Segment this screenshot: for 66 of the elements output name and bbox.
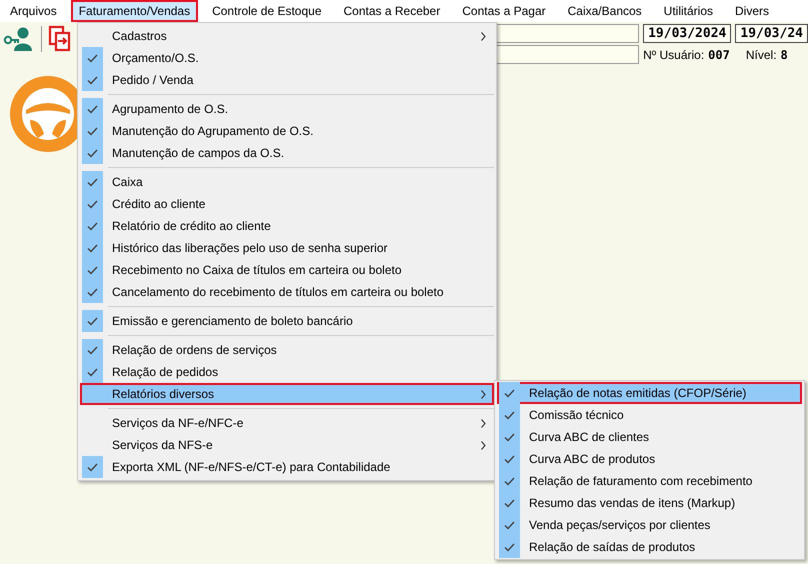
date-field[interactable]: 19/03/2024 — [643, 24, 732, 43]
menu-item[interactable]: Venda peças/serviços por clientes — [497, 514, 802, 536]
menu-item[interactable]: Relação de pedidos — [80, 361, 494, 383]
check-icon — [87, 200, 98, 208]
date-field[interactable]: 19/03/24 — [735, 24, 808, 43]
export-document-icon[interactable] — [48, 25, 72, 53]
check-icon — [87, 222, 98, 230]
menu-item[interactable]: Crédito ao cliente — [80, 193, 494, 215]
menu-item[interactable]: Manutenção de campos da O.S. — [80, 142, 494, 164]
menu-item[interactable]: Cadastros — [80, 25, 494, 47]
menu-item[interactable]: Relação de faturamento com recebimento — [497, 470, 802, 492]
menu-bar-item[interactable]: Arquivos — [2, 0, 65, 22]
user-number: 007 — [708, 48, 730, 62]
level-label: Nível: — [746, 48, 777, 62]
check-icon — [87, 148, 98, 158]
menu-item[interactable]: Resumo das vendas de itens (Markup) — [497, 492, 802, 514]
menu-item[interactable]: Relatório de crédito ao cliente — [80, 215, 494, 237]
check-icon — [504, 432, 515, 442]
menu-bar-item[interactable]: Contas a Receber — [336, 0, 448, 22]
user-label: Nº Usuário: — [643, 48, 704, 62]
check-icon — [87, 288, 98, 296]
check-icon — [87, 266, 98, 274]
check-icon — [504, 542, 515, 552]
check-icon — [87, 54, 98, 62]
check-icon — [87, 346, 98, 354]
menu-item[interactable]: Serviços da NF-e/NFC-e — [80, 412, 494, 434]
check-icon — [87, 178, 98, 186]
key-user-icon[interactable] — [3, 26, 35, 52]
menu-bar-item[interactable]: Divers — [727, 0, 778, 22]
menu-item[interactable]: Caixa — [80, 171, 494, 193]
menu-item[interactable]: Pedido / Venda — [80, 69, 494, 91]
menu-item[interactable]: Histórico das liberações pelo uso de senha superior — [80, 237, 494, 259]
menu-bar-item[interactable]: Utilitários — [656, 0, 722, 22]
menu-item[interactable]: Recebimento no Caixa de títulos em carteira ou boleto — [80, 259, 494, 281]
check-icon — [504, 476, 515, 486]
check-icon — [87, 316, 98, 326]
menu-item[interactable]: Relatórios diversos — [80, 383, 494, 405]
menu-bar-item[interactable]: Faturamento/Vendas — [70, 0, 198, 22]
menu-item[interactable]: Exporta XML (NF-e/NFS-e/CT-e) para Contabilidade — [80, 456, 494, 478]
check-icon — [87, 462, 98, 472]
menu-bar-item[interactable]: Contas a Pagar — [454, 0, 554, 22]
check-icon — [87, 244, 98, 252]
menu-item[interactable]: Curva ABC de produtos — [497, 448, 802, 470]
menu-item[interactable]: Comissão técnico — [497, 404, 802, 426]
check-icon — [87, 76, 98, 84]
check-icon — [87, 368, 98, 376]
menu-item[interactable]: Manutenção do Agrupamento de O.S. — [80, 120, 494, 142]
menu-item[interactable]: Emissão e gerenciamento de boleto bancário — [80, 310, 494, 332]
menu-bar-item[interactable]: Caixa/Bancos — [560, 0, 650, 22]
check-icon — [504, 498, 515, 508]
menu-item[interactable]: Relação de notas emitidas (CFOP/Série) — [497, 382, 802, 404]
menu-item[interactable]: Cancelamento do recebimento de títulos em carteira ou boleto — [80, 281, 494, 303]
menu-item[interactable]: Orçamento/O.S. — [80, 47, 494, 69]
check-icon — [504, 410, 515, 420]
check-icon — [87, 126, 98, 136]
check-icon — [504, 520, 515, 530]
level-value: 8 — [780, 48, 788, 62]
menu-item[interactable]: Relação de ordens de serviços — [80, 339, 494, 361]
menu-item[interactable]: Agrupamento de O.S. — [80, 98, 494, 120]
menu-item[interactable]: Curva ABC de clientes — [497, 426, 802, 448]
menu-item[interactable]: Relação de saídas de produtos — [497, 536, 802, 558]
menu-item[interactable]: Serviços da NFS-e — [80, 434, 494, 456]
menu-bar-item[interactable]: Controle de Estoque — [204, 0, 330, 22]
check-icon — [87, 104, 98, 114]
check-icon — [504, 388, 515, 398]
check-icon — [504, 454, 515, 464]
